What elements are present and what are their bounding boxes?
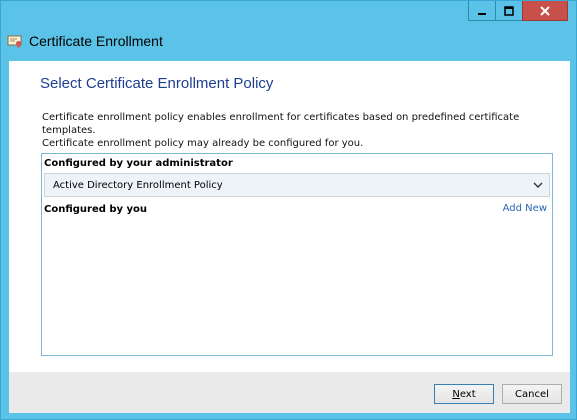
window-title: Certificate Enrollment xyxy=(29,33,163,49)
dialog-window: Certificate Enrollment Select Certificat… xyxy=(0,0,577,420)
next-button[interactable]: Next xyxy=(434,384,494,404)
wizard-content: Select Certificate Enrollment Policy Cer… xyxy=(9,61,570,372)
add-new-link[interactable]: Add New xyxy=(503,203,547,214)
policy-item-label: Active Directory Enrollment Policy xyxy=(53,179,223,191)
admin-policies-label: Configured by your administrator xyxy=(44,158,233,169)
cancel-button[interactable]: Cancel xyxy=(502,384,562,404)
next-button-label: ext xyxy=(459,388,476,400)
minimize-button[interactable] xyxy=(468,1,496,21)
next-button-accelerator: N xyxy=(452,388,460,400)
close-button[interactable] xyxy=(522,1,568,21)
wizard-footer: Next Cancel xyxy=(9,372,570,413)
maximize-icon xyxy=(504,5,514,16)
user-policies-label: Configured by you xyxy=(44,204,148,215)
policy-list-box: Configured by your administrator Active … xyxy=(41,153,553,356)
maximize-button[interactable] xyxy=(495,1,523,21)
certificate-icon xyxy=(7,35,22,48)
title-bar: Certificate Enrollment xyxy=(1,29,576,53)
chevron-down-icon[interactable] xyxy=(527,182,549,188)
caption-buttons xyxy=(468,1,568,22)
policy-item-active-directory[interactable]: Active Directory Enrollment Policy xyxy=(44,173,550,197)
close-icon xyxy=(540,5,550,16)
minimize-icon xyxy=(478,12,486,15)
description-line-1: Certificate enrollment policy enables en… xyxy=(42,112,520,136)
page-description: Certificate enrollment policy enables en… xyxy=(42,111,562,150)
page-heading: Select Certificate Enrollment Policy xyxy=(40,75,274,92)
description-line-2: Certificate enrollment policy may alread… xyxy=(42,138,364,149)
